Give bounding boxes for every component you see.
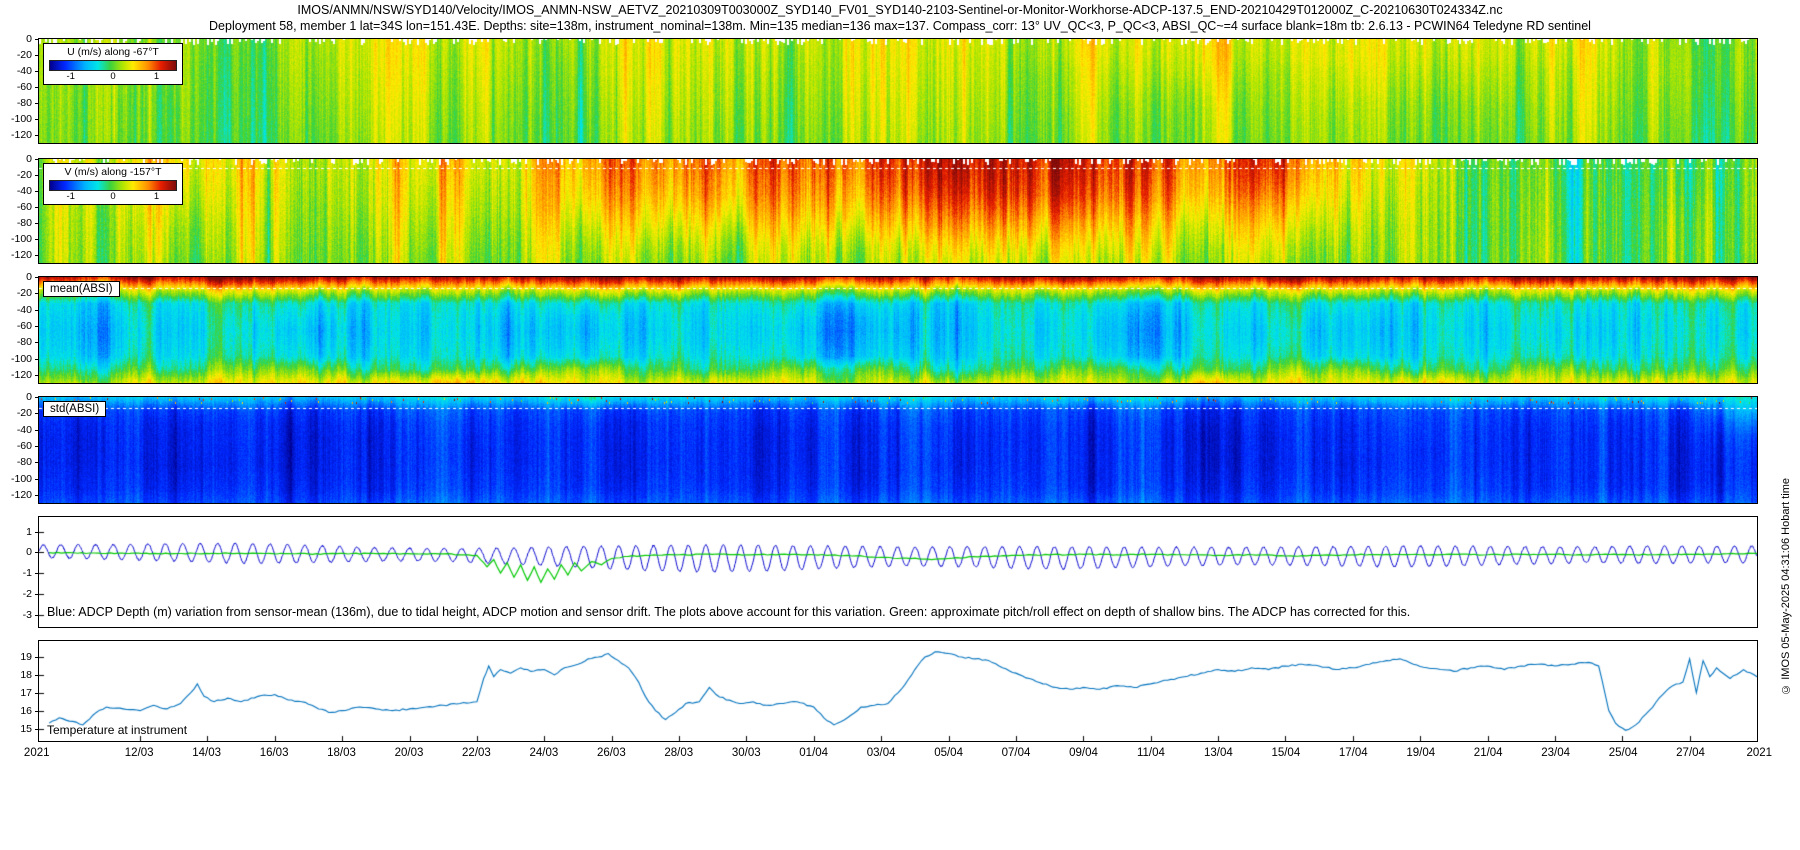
- y-tick-label: -80: [17, 456, 32, 468]
- y-tick-label: -100: [11, 473, 32, 485]
- y-tick-label: -1: [23, 567, 32, 579]
- v-colorbar-title: V (m/s) along -157°T: [49, 166, 177, 178]
- x-tick-label: 20/03: [395, 747, 424, 759]
- y-tick-label: 1: [26, 526, 32, 538]
- x-axis: 2021 2021 12/0314/0316/0318/0320/0322/03…: [38, 745, 1758, 761]
- y-tick-label: -60: [17, 440, 32, 452]
- colorbar-tick-label: 1: [154, 71, 159, 82]
- v-colorbar-legend: V (m/s) along -157°T -1 0 1: [43, 163, 183, 205]
- y-tick-label: -20: [17, 407, 32, 419]
- y-tick-label: 16: [20, 705, 32, 717]
- panel-v-velocity: V (m/s) along -157°T -1 0 1 0-20-40-60-8…: [38, 158, 1758, 264]
- y-tick-label: 0: [26, 33, 32, 45]
- y-tick-label: -120: [11, 489, 32, 501]
- y-tick-label: -100: [11, 233, 32, 245]
- y-tick-label: -40: [17, 424, 32, 436]
- x-tick-label: 24/03: [529, 747, 558, 759]
- u-velocity-heatmap: [39, 39, 1757, 143]
- colorbar-tick-label: 0: [110, 191, 115, 202]
- y-tick-label: -3: [23, 609, 32, 621]
- x-tick-label: 22/03: [462, 747, 491, 759]
- x-tick-label: 26/03: [597, 747, 626, 759]
- y-tick-label: 18: [20, 669, 32, 681]
- u-colorbar-title: U (m/s) along -67°T: [49, 46, 177, 58]
- v-velocity-heatmap: [39, 159, 1757, 263]
- x-tick-label: 28/03: [664, 747, 693, 759]
- y-tick-label: -80: [17, 97, 32, 109]
- y-tick-label: -120: [11, 129, 32, 141]
- x-tick-label: 05/04: [934, 747, 963, 759]
- figure-subtitle: Deployment 58, member 1 lat=34S lon=151.…: [0, 19, 1800, 33]
- figure-title: IMOS/ANMN/NSW/SYD140/Velocity/IMOS_ANMN-…: [0, 3, 1800, 17]
- y-tick-label: -100: [11, 353, 32, 365]
- x-tick-label: 01/04: [799, 747, 828, 759]
- y-tick-label: 0: [26, 546, 32, 558]
- x-tick-label: 19/04: [1406, 747, 1435, 759]
- x-axis-year-left: 2021: [24, 747, 50, 759]
- colorbar-tick-label: -1: [67, 71, 75, 82]
- panel-mean-absi: mean(ABSI) 0-20-40-60-80-100-120: [38, 276, 1758, 384]
- temperature-label: Temperature at instrument: [47, 723, 187, 737]
- x-tick-label: 03/04: [867, 747, 896, 759]
- colorbar-tick-label: 1: [154, 191, 159, 202]
- mean-absi-label: mean(ABSI): [43, 281, 120, 297]
- std-absi-heatmap: [39, 397, 1757, 503]
- u-colorbar-gradient: [49, 60, 177, 71]
- x-axis-year-right: 2021: [1746, 747, 1772, 759]
- y-tick-label: -120: [11, 249, 32, 261]
- x-tick-label: 30/03: [732, 747, 761, 759]
- x-tick-label: 25/04: [1609, 747, 1638, 759]
- panel-u-velocity: U (m/s) along -67°T -1 0 1 0-20-40-60-80…: [38, 38, 1758, 144]
- x-tick-label: 09/04: [1069, 747, 1098, 759]
- y-tick-label: -20: [17, 287, 32, 299]
- y-tick-label: -120: [11, 369, 32, 381]
- temperature-line: [39, 641, 1757, 741]
- y-tick-label: -40: [17, 185, 32, 197]
- y-tick-label: -20: [17, 49, 32, 61]
- x-tick-label: 27/04: [1676, 747, 1705, 759]
- y-tick-label: -60: [17, 320, 32, 332]
- y-tick-label: -2: [23, 588, 32, 600]
- x-tick-label: 17/04: [1339, 747, 1368, 759]
- x-tick-label: 18/03: [327, 747, 356, 759]
- y-tick-label: -60: [17, 81, 32, 93]
- y-tick-label: 0: [26, 153, 32, 165]
- u-colorbar-ticks: -1 0 1: [49, 71, 177, 82]
- figure-root: IMOS/ANMN/NSW/SYD140/Velocity/IMOS_ANMN-…: [0, 0, 1800, 850]
- x-tick-label: 23/04: [1541, 747, 1570, 759]
- y-tick-label: 15: [20, 723, 32, 735]
- x-tick-label: 12/03: [125, 747, 154, 759]
- v-colorbar-ticks: -1 0 1: [49, 191, 177, 202]
- x-tick-label: 21/04: [1474, 747, 1503, 759]
- y-tick-label: 0: [26, 391, 32, 403]
- y-tick-label: -80: [17, 217, 32, 229]
- std-absi-label: std(ABSI): [43, 401, 106, 417]
- x-tick-label: 14/03: [192, 747, 221, 759]
- y-tick-label: -60: [17, 201, 32, 213]
- x-tick-label: 15/04: [1271, 747, 1300, 759]
- y-tick-label: -100: [11, 113, 32, 125]
- x-tick-label: 16/03: [260, 747, 289, 759]
- colorbar-tick-label: 0: [110, 71, 115, 82]
- y-tick-label: -40: [17, 65, 32, 77]
- y-tick-label: 19: [20, 651, 32, 663]
- depth-variation-caption: Blue: ADCP Depth (m) variation from sens…: [47, 605, 1410, 619]
- x-tick-label: 07/04: [1002, 747, 1031, 759]
- y-tick-label: -20: [17, 169, 32, 181]
- y-tick-label: 17: [20, 687, 32, 699]
- x-tick-label: 13/04: [1204, 747, 1233, 759]
- panel-temperature: Temperature at instrument 1918171615: [38, 640, 1758, 742]
- u-colorbar-legend: U (m/s) along -67°T -1 0 1: [43, 43, 183, 85]
- y-tick-label: -40: [17, 304, 32, 316]
- y-tick-label: 0: [26, 271, 32, 283]
- panel-depth-variation: Blue: ADCP Depth (m) variation from sens…: [38, 516, 1758, 628]
- panel-std-absi: std(ABSI) 0-20-40-60-80-100-120: [38, 396, 1758, 504]
- x-tick-label: 11/04: [1137, 747, 1165, 759]
- mean-absi-heatmap: [39, 277, 1757, 383]
- copyright-watermark: © IMOS 05-May-2025 04:31:06 Hobart time: [1781, 478, 1792, 695]
- colorbar-tick-label: -1: [67, 191, 75, 202]
- v-colorbar-gradient: [49, 180, 177, 191]
- y-tick-label: -80: [17, 336, 32, 348]
